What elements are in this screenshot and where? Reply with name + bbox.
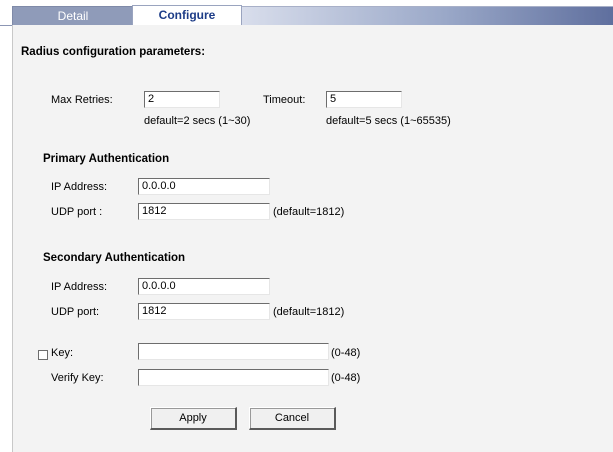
timeout-label: Timeout: [263,94,306,106]
tab-bar-fill [240,6,613,25]
tab-configure[interactable]: Configure [132,5,242,26]
primary-ip-input[interactable] [138,178,270,195]
timeout-input[interactable] [326,91,402,108]
secondary-ip-label: IP Address: [51,281,108,293]
verify-key-hint: (0-48) [331,372,361,384]
primary-udp-input[interactable] [138,203,270,220]
secondary-ip-input[interactable] [138,278,270,295]
apply-button[interactable]: Apply [150,407,237,430]
verify-key-input[interactable] [138,369,329,386]
secondary-udp-hint: (default=1812) [273,306,345,318]
max-retries-hint: default=2 secs (1~30) [144,115,251,127]
primary-ip-label: IP Address: [51,181,108,193]
tab-detail[interactable]: Detail [12,6,134,25]
secondary-udp-input[interactable] [138,303,270,320]
secondary-auth-title: Secondary Authentication [43,252,186,264]
cancel-button[interactable]: Cancel [249,407,336,430]
primary-auth-title: Primary Authentication [43,153,170,165]
primary-udp-hint: (default=1812) [273,206,345,218]
timeout-hint: default=5 secs (1~65535) [326,115,451,127]
key-input[interactable] [138,343,329,360]
verify-key-label: Verify Key: [51,372,104,384]
section-title: Radius configuration parameters: [21,46,206,58]
max-retries-label: Max Retries: [51,94,113,106]
secondary-udp-label: UDP port: [51,306,100,318]
key-hint: (0-48) [331,347,361,359]
configure-panel: Radius configuration parameters: Max Ret… [12,25,613,452]
key-checkbox[interactable] [38,350,48,360]
primary-udp-label: UDP port : [51,206,103,218]
key-label: Key: [51,347,74,359]
max-retries-input[interactable] [144,91,220,108]
